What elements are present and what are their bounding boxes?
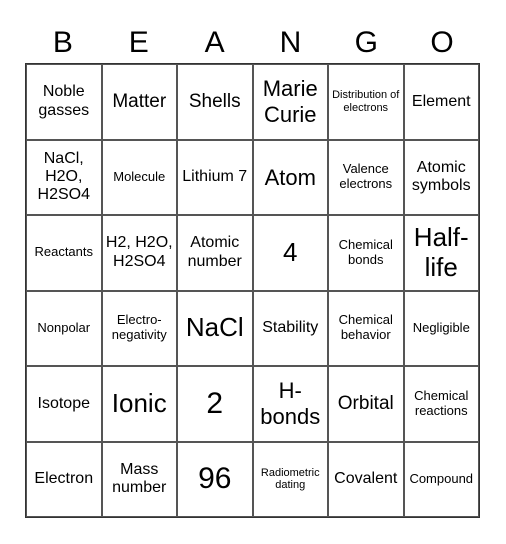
bingo-cell[interactable]: Nonpolar [26, 290, 102, 366]
bingo-cell[interactable]: 96 [177, 441, 253, 517]
bingo-cell[interactable]: Distribution of electrons [328, 64, 404, 140]
bingo-cell[interactable]: Molecule [101, 139, 177, 215]
bingo-cell[interactable]: Covalent [328, 441, 404, 517]
header-letter-o: O [430, 26, 454, 59]
bingo-cell[interactable]: Valence electrons [328, 139, 404, 215]
bingo-cell[interactable]: Atomic symbols [403, 139, 479, 215]
bingo-cell[interactable]: Compound [403, 441, 479, 517]
bingo-cell[interactable]: Atom [252, 139, 328, 215]
bingo-cell[interactable]: Chemical bonds [328, 215, 404, 291]
bingo-cell[interactable]: Noble gasses [26, 64, 102, 140]
bingo-cell[interactable]: Radiometric dating [252, 441, 328, 517]
bingo-cell[interactable]: Stability [252, 290, 328, 366]
bingo-cell[interactable]: Atomic number [177, 215, 253, 291]
bingo-cell[interactable]: 4 [252, 215, 328, 291]
bingo-cell[interactable]: NaCl [177, 290, 253, 366]
bingo-cell[interactable]: Shells [177, 64, 253, 140]
bingo-cell[interactable]: NaCl, H2O, H2SO4 [26, 139, 102, 215]
bingo-cell[interactable]: Mass number [101, 441, 177, 517]
header-letter-e: E [128, 26, 149, 59]
bingo-card-grid: Noble gasses Matter Shells Marie Curie Distr… [25, 63, 480, 518]
bingo-cell[interactable]: Chemical behavior [328, 290, 404, 366]
bingo-cell[interactable]: Lithium 7 [177, 139, 253, 215]
bingo-cell[interactable]: Half-life [403, 215, 479, 291]
bingo-cell[interactable]: Matter [101, 64, 177, 140]
header-letter-a: A [204, 26, 225, 59]
header-letter-b: B [52, 26, 73, 59]
bingo-cell[interactable]: Electron [26, 441, 102, 517]
bingo-cell[interactable]: Element [403, 64, 479, 140]
bingo-cell[interactable]: 2 [177, 366, 253, 442]
bingo-cell[interactable]: H2, H2O, H2SO4 [101, 215, 177, 291]
bingo-header: B E A N G O [25, 24, 480, 62]
bingo-cell[interactable]: Marie Curie [252, 64, 328, 140]
header-letter-g: G [354, 26, 378, 59]
bingo-cell[interactable]: Reactants [26, 215, 102, 291]
bingo-cell[interactable]: Ionic [101, 366, 177, 442]
header-letter-n: N [279, 26, 302, 59]
bingo-cell[interactable]: Negligible [403, 290, 479, 366]
bingo-cell[interactable]: Electro-negativity [101, 290, 177, 366]
bingo-cell[interactable]: H-bonds [252, 366, 328, 442]
bingo-cell[interactable]: Isotope [26, 366, 102, 442]
bingo-cell[interactable]: Chemical reactions [403, 366, 479, 442]
bingo-cell[interactable]: Orbital [328, 366, 404, 442]
